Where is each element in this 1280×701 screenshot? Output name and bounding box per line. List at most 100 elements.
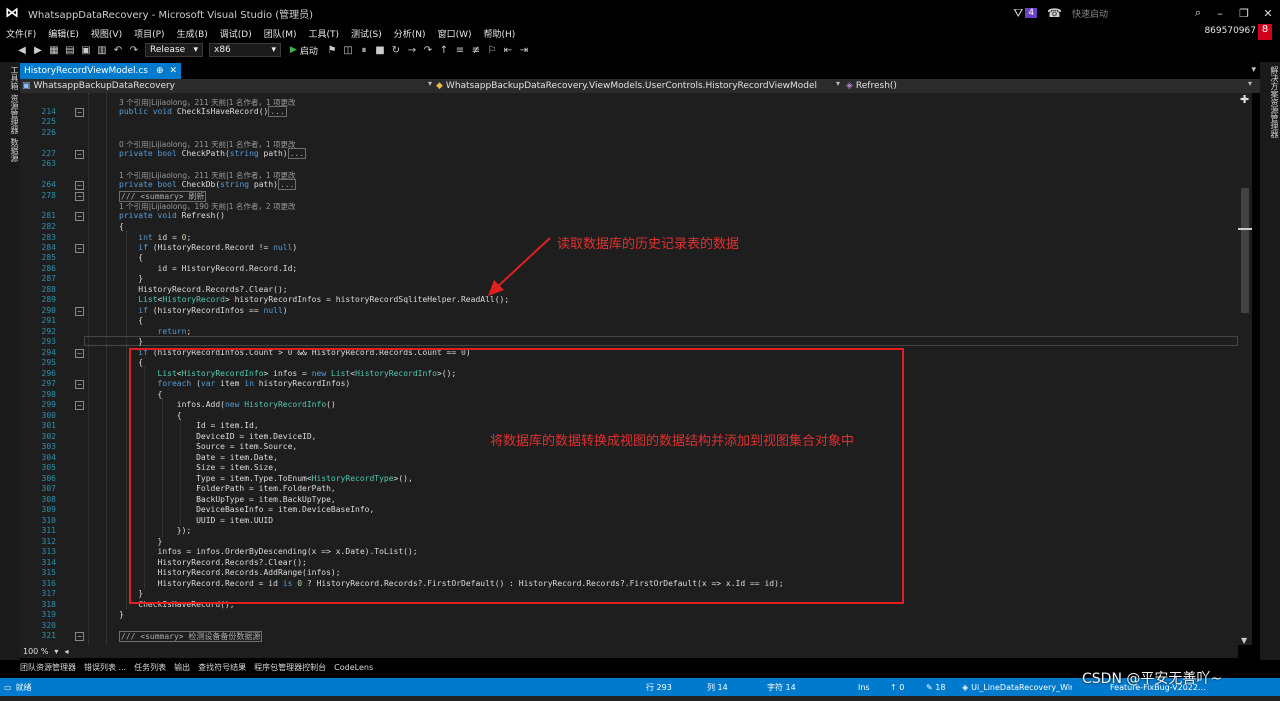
code-line[interactable]: {: [119, 316, 143, 325]
zoom-level[interactable]: 100 %: [23, 647, 48, 656]
menu-team[interactable]: 团队(M): [258, 27, 303, 40]
new-project-icon[interactable]: ▦: [46, 45, 62, 56]
quick-launch-input[interactable]: 快速启动: [1068, 4, 1188, 22]
notification-badge[interactable]: 4: [1025, 8, 1038, 18]
class-dropdown[interactable]: ◆ WhatsappBackupDataRecovery.ViewModels.…: [436, 79, 836, 93]
fold-toggle-icon[interactable]: −: [75, 307, 84, 316]
fold-toggle-icon[interactable]: −: [75, 244, 84, 253]
split-editor-icon[interactable]: ✚: [1240, 93, 1249, 106]
code-line[interactable]: private void Refresh(): [119, 211, 225, 220]
scroll-down-icon[interactable]: ▼: [1241, 636, 1247, 645]
feedback-badge[interactable]: 8: [1258, 24, 1272, 40]
code-line[interactable]: return;: [119, 327, 192, 336]
repository-selector[interactable]: ◈ Ui_LineDataRecovery_Win_WP...: [962, 678, 1072, 696]
solution-explorer-tab[interactable]: 解决方案资源管理器: [1260, 66, 1280, 138]
fold-toggle-icon[interactable]: −: [75, 192, 84, 201]
scrollbar-thumb[interactable]: [1241, 188, 1249, 313]
chevron-down-icon[interactable]: ▾: [54, 647, 58, 656]
tab-output[interactable]: 输出: [174, 662, 190, 673]
step-out-icon[interactable]: ↑: [436, 45, 452, 56]
fold-toggle-icon[interactable]: −: [75, 108, 84, 117]
platform-select[interactable]: x86 ▾: [209, 43, 281, 57]
menu-analyze[interactable]: 分析(N): [388, 27, 432, 40]
code-line[interactable]: {: [119, 222, 124, 231]
code-line[interactable]: }: [119, 610, 124, 619]
menu-debug[interactable]: 调试(D): [214, 27, 258, 40]
resource-explorer-tab[interactable]: 资源管理器: [0, 94, 20, 134]
feedback-icon[interactable]: ☎: [1047, 6, 1062, 20]
code-line[interactable]: HistoryRecord.Records?.Clear();: [119, 285, 287, 294]
forward-icon[interactable]: ▶: [30, 45, 46, 56]
data-sources-tab[interactable]: 数据源: [0, 138, 20, 162]
menu-test[interactable]: 测试(S): [345, 27, 388, 40]
tab-package-manager-console[interactable]: 程序包管理器控制台: [254, 662, 326, 673]
chevron-down-icon[interactable]: ▾: [836, 79, 840, 88]
fold-toggle-icon[interactable]: −: [75, 401, 84, 410]
configuration-select[interactable]: Release ▾: [145, 43, 203, 57]
account-name[interactable]: 869570967: [1204, 26, 1256, 36]
save-icon[interactable]: ▣: [78, 45, 94, 56]
pause-icon[interactable]: ⏸: [356, 45, 372, 56]
menu-view[interactable]: 视图(V): [85, 27, 128, 40]
filter-icon[interactable]: ⛛: [1013, 6, 1023, 21]
document-tab[interactable]: HistoryRecordViewModel.cs ⊕ ✕: [20, 63, 182, 79]
fold-toggle-icon[interactable]: −: [75, 349, 84, 358]
code-line[interactable]: private bool CheckDb(string path)...: [119, 179, 297, 190]
fold-toggle-icon[interactable]: −: [75, 150, 84, 159]
code-line[interactable]: }: [119, 274, 143, 283]
code-line[interactable]: id = HistoryRecord.Record.Id;: [119, 264, 298, 273]
minimize-button[interactable]: –: [1208, 7, 1232, 20]
back-icon[interactable]: ◀: [14, 45, 30, 56]
project-dropdown[interactable]: ▣ WhatsappBackupDataRecovery: [22, 79, 422, 93]
fold-toggle-icon[interactable]: −: [75, 380, 84, 389]
code-line[interactable]: {: [119, 253, 143, 262]
code-line[interactable]: int id = 0;: [119, 233, 191, 242]
restart-icon[interactable]: ↻: [388, 45, 404, 56]
menu-file[interactable]: 文件(F): [0, 27, 42, 40]
browser-link-icon[interactable]: ◫: [340, 45, 356, 56]
stop-icon[interactable]: ■: [372, 45, 388, 56]
toolbox-tab[interactable]: 工具箱: [0, 66, 20, 90]
uncomment-icon[interactable]: ≢: [468, 45, 484, 56]
next-bookmark-icon[interactable]: ⇥: [516, 45, 532, 56]
menu-edit[interactable]: 编辑(E): [42, 27, 85, 40]
fold-toggle-icon[interactable]: −: [75, 212, 84, 221]
chevron-down-icon[interactable]: ▾: [1248, 79, 1252, 88]
search-icon[interactable]: ⌕: [1188, 6, 1208, 20]
bookmark-icon[interactable]: ⚐: [484, 45, 500, 56]
menu-build[interactable]: 生成(B): [171, 27, 214, 40]
vertical-scrollbar[interactable]: ✚ ▼: [1238, 93, 1252, 645]
tab-error-list[interactable]: 错误列表 ...: [84, 662, 126, 673]
code-line[interactable]: public void CheckIsHaveRecord()...: [119, 106, 287, 117]
tab-team-explorer[interactable]: 团队资源管理器: [20, 662, 76, 673]
restore-button[interactable]: ❐: [1232, 7, 1256, 20]
fold-toggle-icon[interactable]: −: [75, 181, 84, 190]
chevron-down-icon[interactable]: ▾: [428, 79, 432, 88]
close-window-button[interactable]: ✕: [1256, 7, 1280, 20]
close-tab-icon[interactable]: ✕: [170, 66, 178, 76]
tab-overflow-icon[interactable]: ▾: [1251, 65, 1256, 75]
menu-help[interactable]: 帮助(H): [477, 27, 521, 40]
redo-icon[interactable]: ↷: [126, 45, 142, 56]
code-line[interactable]: }: [119, 337, 143, 346]
tab-codelens[interactable]: CodeLens: [334, 663, 373, 672]
scroll-left-icon[interactable]: ◂: [64, 647, 68, 656]
code-line[interactable]: /// <summary> 检测设备备份数据源: [119, 631, 263, 642]
code-line[interactable]: List<HistoryRecord> historyRecordInfos =…: [119, 295, 509, 304]
unpushed-commits[interactable]: ↑ 0: [890, 678, 904, 696]
undo-icon[interactable]: ↶: [110, 45, 126, 56]
prev-bookmark-icon[interactable]: ⇤: [500, 45, 516, 56]
publish-icon[interactable]: ⚑: [324, 45, 340, 56]
code-line[interactable]: if (HistoryRecord.Record != null): [119, 243, 297, 252]
step-over-icon[interactable]: ↷: [420, 45, 436, 56]
fold-toggle-icon[interactable]: −: [75, 632, 84, 641]
code-line[interactable]: private bool CheckPath(string path)...: [119, 148, 307, 159]
start-button[interactable]: ▶ 启动: [290, 44, 318, 57]
comment-icon[interactable]: ≡: [452, 45, 468, 56]
code-line[interactable]: if (historyRecordInfos == null): [119, 306, 287, 315]
open-file-icon[interactable]: ▤: [62, 45, 78, 56]
step-into-icon[interactable]: →: [404, 45, 420, 56]
pin-icon[interactable]: ⊕: [156, 66, 164, 76]
menu-window[interactable]: 窗口(W): [432, 27, 478, 40]
member-dropdown[interactable]: ◈ Refresh(): [846, 79, 1236, 93]
